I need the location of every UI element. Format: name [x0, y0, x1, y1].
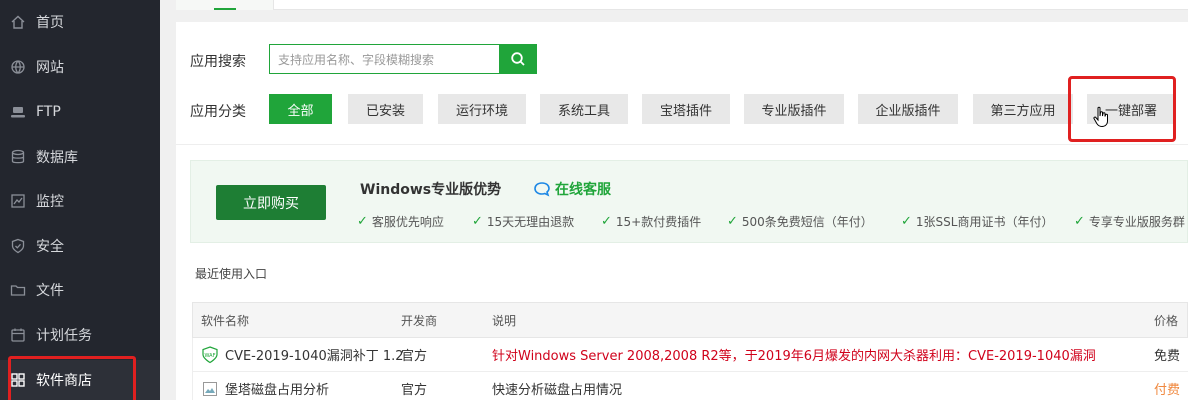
- col-developer-header: 开发商: [401, 313, 438, 328]
- promo-title: Windows专业版优势: [360, 182, 502, 198]
- hand-cursor-icon: [1093, 106, 1108, 128]
- shield-icon: [10, 238, 26, 254]
- search-button[interactable]: [499, 44, 537, 74]
- sidebar-item-ftp[interactable]: FTP: [0, 92, 160, 132]
- price-cell: 付费: [1154, 383, 1181, 398]
- sidebar-item-monitor[interactable]: 监控: [0, 181, 160, 221]
- app-name-cell[interactable]: 堡塔磁盘占用分析: [201, 372, 329, 400]
- description-cell: 针对Windows Server 2008,2008 R2等，于2019年6月爆…: [492, 349, 1096, 364]
- check-icon: ✓: [472, 214, 483, 229]
- perk-label: 15+款付费插件: [615, 215, 702, 229]
- monitor-icon: [10, 193, 26, 209]
- developer-cell: 官方: [401, 349, 428, 364]
- database-icon: [10, 149, 26, 165]
- perk-label: 15天无理由退款: [486, 215, 575, 229]
- description-cell: 快速分析磁盘占用情况: [492, 383, 623, 398]
- online-service-label: 在线客服: [555, 182, 611, 198]
- developer-cell: 官方: [401, 383, 428, 398]
- pro-promo-banner: 立即购买 Windows专业版优势 在线客服 ✓ 客服优先响应 ✓ 15天无理由退款…: [190, 160, 1188, 243]
- sidebar-item-label: 文件: [36, 283, 64, 299]
- category-bt-plugins[interactable]: 宝塔插件: [642, 94, 730, 124]
- sidebar-item-label: 数据库: [36, 150, 78, 166]
- perk-item: ✓ 专享专业版服务群: [1074, 213, 1185, 230]
- globe-icon: [10, 59, 26, 75]
- chat-bubble-icon: [534, 182, 550, 197]
- perk-label: 500条免费短信（年付）: [741, 215, 873, 229]
- top-tab-strip: [176, 0, 1188, 10]
- sidebar-item-database[interactable]: 数据库: [0, 137, 160, 177]
- sidebar-item-home[interactable]: 首页: [0, 2, 160, 42]
- perk-item: ✓ 1张SSL商用证书（年付）: [901, 213, 1053, 230]
- category-runtime[interactable]: 运行环境: [438, 94, 526, 124]
- recent-label: 最近使用入口: [195, 267, 268, 281]
- app-name-cell[interactable]: WAF CVE-2019-1040漏洞补丁 1.2: [201, 338, 404, 371]
- main-content: 应用搜索 支持应用名称、字段模糊搜索 应用分类 全部 已安装 运行环境 系统工具…: [160, 0, 1188, 400]
- folder-icon: [10, 282, 26, 298]
- buy-now-button[interactable]: 立即购买: [216, 185, 326, 220]
- perk-label: 1张SSL商用证书（年付）: [915, 215, 1054, 229]
- search-label: 应用搜索: [190, 54, 246, 70]
- calendar-icon: [10, 327, 26, 343]
- waf-icon: WAF: [201, 345, 219, 364]
- check-icon: ✓: [357, 214, 368, 229]
- category-system-tools[interactable]: 系统工具: [540, 94, 628, 124]
- perk-item: ✓ 15天无理由退款: [472, 213, 574, 230]
- check-icon: ✓: [1074, 214, 1085, 229]
- app-name: 堡塔磁盘占用分析: [225, 383, 330, 398]
- highlight-box-sidebar: [8, 356, 136, 400]
- category-third-party[interactable]: 第三方应用: [973, 94, 1073, 124]
- app-store-panel: 应用搜索 支持应用名称、字段模糊搜索 应用分类 全部 已安装 运行环境 系统工具…: [176, 22, 1188, 400]
- sidebar-item-label: FTP: [36, 104, 61, 120]
- broken-image-icon: [201, 380, 219, 398]
- sidebar-item-label: 首页: [36, 15, 64, 31]
- search-input[interactable]: 支持应用名称、字段模糊搜索: [269, 44, 501, 74]
- perk-item: ✓ 15+款付费插件: [601, 213, 701, 230]
- category-installed[interactable]: 已安装: [348, 94, 423, 124]
- check-icon: ✓: [727, 214, 738, 229]
- category-pro-plugins[interactable]: 专业版插件: [744, 94, 844, 124]
- category-all[interactable]: 全部: [269, 94, 332, 124]
- table-row[interactable]: 堡塔磁盘占用分析 官方 快速分析磁盘占用情况 付费: [192, 372, 1188, 400]
- ftp-icon: [10, 104, 26, 120]
- svg-text:WAF: WAF: [205, 353, 216, 359]
- app-name: CVE-2019-1040漏洞补丁 1.2: [225, 349, 404, 364]
- search-icon: [511, 52, 525, 66]
- sidebar-item-security[interactable]: 安全: [0, 226, 160, 266]
- sidebar-item-cron[interactable]: 计划任务: [0, 315, 160, 355]
- perk-item: ✓ 客服优先响应: [357, 213, 444, 230]
- perk-label: 专享专业版服务群: [1088, 215, 1185, 229]
- home-icon: [10, 14, 26, 30]
- col-description-header: 说明: [492, 313, 517, 328]
- tab-active[interactable]: [176, 0, 274, 10]
- sidebar-item-website[interactable]: 网站: [0, 47, 160, 87]
- sidebar: 首页 网站 FTP 数据库 监控 安全 文件 计划任务 软件商店: [0, 0, 160, 400]
- divider: [176, 144, 1188, 145]
- check-icon: ✓: [901, 214, 912, 229]
- check-icon: ✓: [601, 214, 612, 229]
- category-enterprise-plugins[interactable]: 企业版插件: [858, 94, 958, 124]
- table-header: 软件名称 开发商 说明 价格: [192, 302, 1188, 338]
- col-name-header: 软件名称: [201, 313, 250, 328]
- table-row[interactable]: WAF CVE-2019-1040漏洞补丁 1.2 官方 针对Windows S…: [192, 338, 1188, 372]
- category-label: 应用分类: [190, 104, 246, 120]
- price-cell: 免费: [1154, 349, 1181, 364]
- sidebar-item-label: 监控: [36, 194, 64, 210]
- online-service-link[interactable]: 在线客服: [533, 179, 611, 199]
- sidebar-item-label: 计划任务: [36, 328, 92, 344]
- col-price-header: 价格: [1154, 313, 1179, 328]
- highlight-box-deploy: [1068, 76, 1176, 142]
- sidebar-item-label: 网站: [36, 60, 64, 76]
- sidebar-item-files[interactable]: 文件: [0, 270, 160, 310]
- perk-label: 客服优先响应: [371, 215, 444, 229]
- perk-item: ✓ 500条免费短信（年付）: [727, 213, 873, 230]
- sidebar-item-label: 安全: [36, 239, 64, 255]
